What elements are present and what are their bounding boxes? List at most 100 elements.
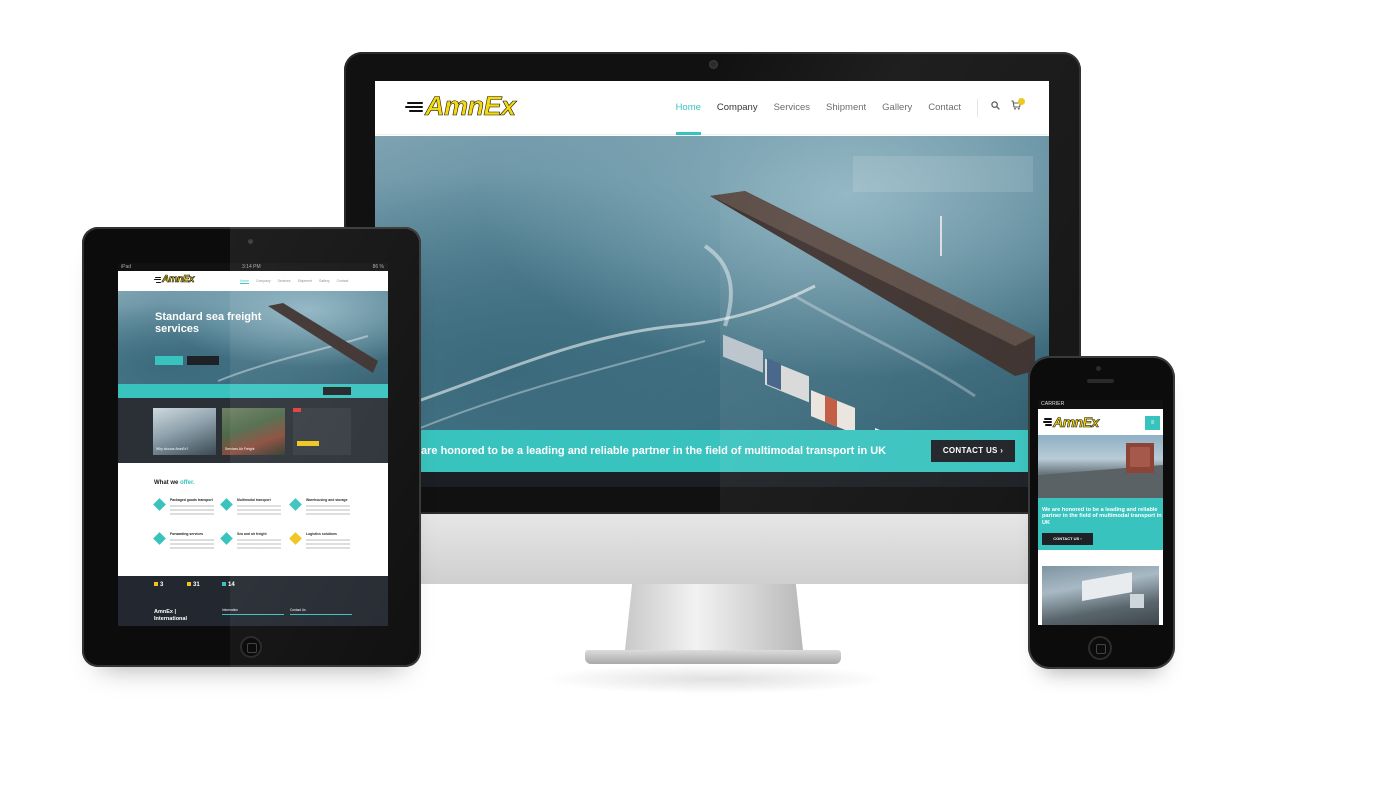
iphone-speaker [1087,379,1114,383]
phone-status-bar: CARRIER [1038,400,1163,409]
nav-gallery[interactable]: Gallery [882,81,912,135]
stat-counter: 31 [187,582,200,588]
tablet-footer: 3 31 14 AmnEx | International Informatio… [118,576,388,626]
tablet-nav: Home Company Services Shipment Gallery C… [240,271,348,291]
imac-stand-neck [625,584,803,650]
service-item[interactable]: Logistics solutions [289,532,357,560]
nav-contact[interactable]: Contact [337,279,349,283]
band-text: are honored to be a leading and reliable… [421,445,887,457]
highway-truck-illustration [1038,443,1163,498]
logo-text: AmnEx [162,274,195,286]
imac-shadow [540,664,890,694]
hamburger-menu-icon[interactable]: ≡ [1145,416,1160,430]
tablet-screen: iPad 3:14 PM 86 % AmnEx Home Company Ser… [118,263,388,626]
card-label: Why choose AmnEx? [156,447,189,451]
card-news[interactable] [293,408,351,455]
card-why-choose[interactable]: Why choose AmnEx? [153,408,216,455]
contact-us-button[interactable]: CONTACT US › [931,440,1015,462]
phone-contact-us-button[interactable]: CONTACT US › [1042,533,1093,545]
tablet-contact-button[interactable] [323,387,351,395]
service-item[interactable]: Warehousing and storage [289,498,357,526]
tablet-offer-section: What we offer. Packaged goods transport … [118,463,388,576]
nav-services[interactable]: Services [278,279,291,283]
ipad-home-button[interactable] [240,636,262,658]
container-ship-illustration [217,303,378,382]
chevron-right-icon: › [1079,536,1082,541]
phone-feature-card[interactable] [1042,566,1159,625]
footer-brand: AmnEx | International [154,609,188,622]
tablet-logo[interactable]: AmnEx [154,274,195,286]
diamond-icon [220,498,233,511]
tablet-hero: Standard sea freight services [118,291,388,384]
cart-badge [1018,98,1025,105]
footer-col-contact: Contact Us [290,608,352,615]
diamond-icon [220,532,233,545]
card-air-freight[interactable]: Services Air Freight [222,408,285,455]
speed-lines-icon [1043,418,1052,426]
phone-carrier: CARRIER [1041,401,1065,407]
nav-contact[interactable]: Contact [928,81,961,135]
ipad-camera [248,239,253,244]
nav-services[interactable]: Services [774,81,810,135]
imac-chin [344,514,1081,584]
tablet-carrier: iPad [121,264,132,270]
nav-shipment[interactable]: Shipment [298,279,312,283]
desktop-footer-strip [375,472,1049,487]
nav-home[interactable]: Home [240,279,250,284]
service-item[interactable]: Sea and air freight [220,532,288,560]
box-icon [154,582,158,586]
desktop-hero-image [375,136,1049,430]
truck-icon [187,582,191,586]
diamond-icon [153,532,166,545]
tablet-status-bar: iPad 3:14 PM 86 % [118,263,388,271]
tablet-hero-secondary-button[interactable] [187,356,219,365]
desktop-logo[interactable]: AmnEx [405,91,516,122]
diamond-icon-yellow [289,532,302,545]
phone-screen: CARRIER AmnEx ≡ We are honored to be a l… [1038,400,1163,625]
stat-counter: 14 [222,582,235,588]
tablet-feature-cards: Why choose AmnEx? Services Air Freight [118,398,388,463]
diamond-icon [289,498,302,511]
logo-text: AmnEx [1053,414,1100,431]
phone-header: AmnEx ≡ [1038,409,1163,435]
tablet-battery: 86 % [372,264,384,270]
tablet-time: 3:14 PM [242,264,261,270]
iphone-home-button[interactable] [1088,636,1112,660]
responsive-mockup: AmnEx Home Company Services Shipment Gal… [0,0,1400,800]
phone-hero-image [1038,435,1163,498]
globe-icon [222,582,226,586]
service-item[interactable]: Forwarding services [153,532,221,560]
logo-text: AmnEx [425,91,517,122]
imac-camera [709,60,718,69]
speed-lines-icon [154,276,161,283]
stat-counter: 3 [154,582,163,588]
nav-shipment[interactable]: Shipment [826,81,866,135]
card-label: Services Air Freight [225,447,255,451]
phone-logo[interactable]: AmnEx [1043,414,1100,431]
offer-title: What we offer. [154,480,195,486]
truck-illustration [1082,572,1144,608]
tablet-hero-primary-button[interactable] [155,356,183,365]
desktop-cta-band: are honored to be a leading and reliable… [375,430,1049,472]
imac-stand-foot [585,650,841,664]
tablet-hero-title: Standard sea freight services [155,311,262,335]
desktop-screen: AmnEx Home Company Services Shipment Gal… [375,81,1049,487]
search-icon[interactable] [991,101,1000,110]
nav-divider [977,99,978,117]
service-item[interactable]: Packaged goods transport [153,498,221,526]
nav-gallery[interactable]: Gallery [319,279,330,283]
nav-company[interactable]: Company [717,81,758,135]
tablet-header: AmnEx Home Company Services Shipment Gal… [118,271,388,291]
tablet-cta-band [118,384,388,398]
nav-company[interactable]: Company [256,279,271,283]
nav-home[interactable]: Home [675,81,702,135]
iphone-camera [1096,366,1101,371]
footer-col-information: Information [222,608,284,615]
container-ship-illustration [375,191,1035,430]
service-item[interactable]: Multimodal transport [220,498,288,526]
contact-us-label: CONTACT US [942,446,998,455]
desktop-nav: Home Company Services Shipment Gallery C… [675,81,961,135]
phone-band-text: We are honored to be a leading and relia… [1042,507,1162,526]
diamond-icon [153,498,166,511]
speed-lines-icon [405,100,423,114]
